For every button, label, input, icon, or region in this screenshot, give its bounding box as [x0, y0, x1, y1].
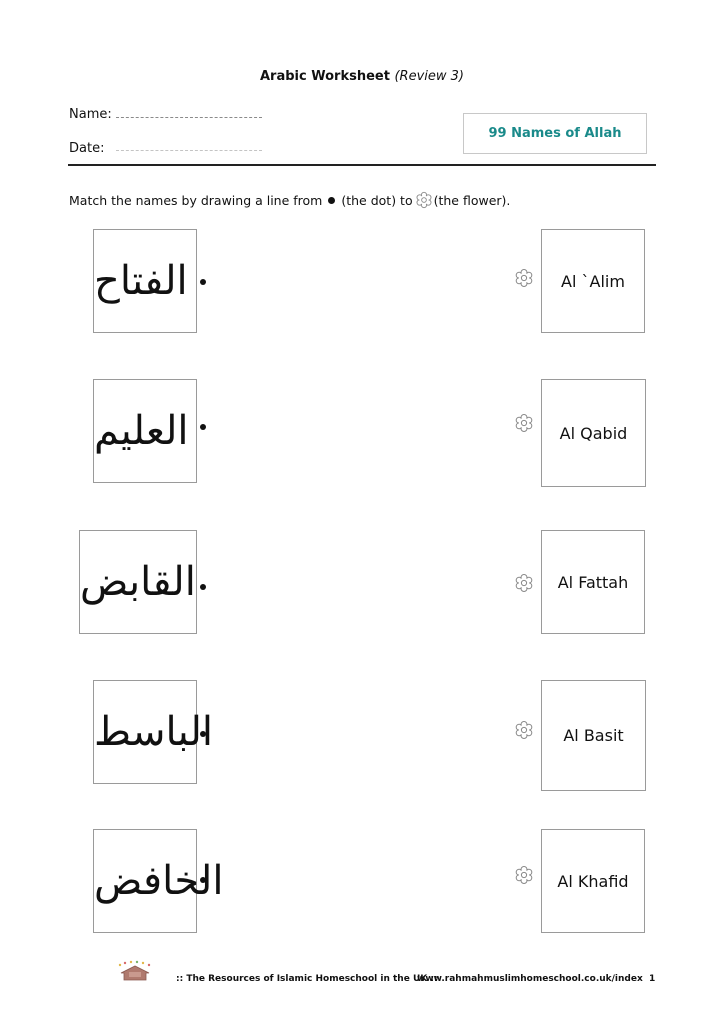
header-divider [68, 164, 656, 166]
arabic-name: القابض [80, 559, 196, 605]
english-card: Al `Alim [541, 229, 645, 333]
english-card: Al Khafid [541, 829, 645, 933]
flower-icon[interactable] [514, 573, 534, 593]
match-dot[interactable] [200, 279, 206, 285]
flower-icon[interactable] [514, 865, 534, 885]
date-label: Date: [69, 141, 105, 156]
match-dot[interactable] [200, 584, 206, 590]
topic-label: 99 Names of Allah [488, 126, 622, 141]
english-name: Al Qabid [559, 423, 628, 443]
house-logo-icon [118, 960, 151, 981]
arabic-card: الخافض [93, 829, 223, 933]
arabic-card: الباسط [93, 680, 213, 784]
english-name: Al Fattah [557, 572, 629, 592]
match-dot[interactable] [200, 424, 206, 430]
name-field[interactable] [116, 117, 262, 118]
arabic-card: القابض [79, 530, 197, 634]
english-card: Al Fattah [541, 530, 645, 634]
english-name: Al Khafid [557, 871, 629, 891]
footer-url[interactable]: www.rahmahmuslimhomeschool.co.uk/index [417, 974, 643, 984]
flower-icon [416, 191, 432, 209]
title-sub: (Review 3) [394, 69, 464, 84]
english-name: Al `Alim [561, 271, 625, 291]
instruction-part1: Match the names by drawing a line from [69, 192, 323, 208]
arabic-name: الباسط [94, 709, 214, 755]
title-main: Arabic Worksheet [260, 69, 390, 84]
name-label: Name: [69, 107, 112, 122]
instruction-part2: (the dot) to [341, 192, 413, 208]
english-card: Al Qabid [541, 379, 646, 487]
bullet-dot-icon [328, 196, 336, 204]
instructions: Match the names by drawing a line from (… [69, 191, 510, 209]
english-name: Al Basit [563, 726, 624, 745]
english-card: Al Basit [541, 680, 646, 791]
worksheet-title: Arabic Worksheet (Review 3) [0, 69, 724, 84]
page-number: 1 [649, 974, 656, 984]
flower-icon[interactable] [514, 268, 534, 288]
topic-box: 99 Names of Allah [463, 113, 647, 154]
flower-icon[interactable] [514, 413, 534, 433]
footer-org: :: The Resources of Islamic Homeschool i… [176, 974, 438, 984]
flower-icon[interactable] [514, 720, 534, 740]
arabic-name: العليم [94, 408, 189, 454]
match-dot[interactable] [200, 731, 206, 737]
arabic-name: الفتاح [94, 258, 188, 304]
instruction-part3: (the flower). [433, 192, 511, 208]
arabic-card: الفتاح [93, 229, 197, 333]
match-dot[interactable] [200, 877, 206, 883]
arabic-card: العليم [93, 379, 197, 483]
date-field[interactable] [116, 150, 262, 151]
